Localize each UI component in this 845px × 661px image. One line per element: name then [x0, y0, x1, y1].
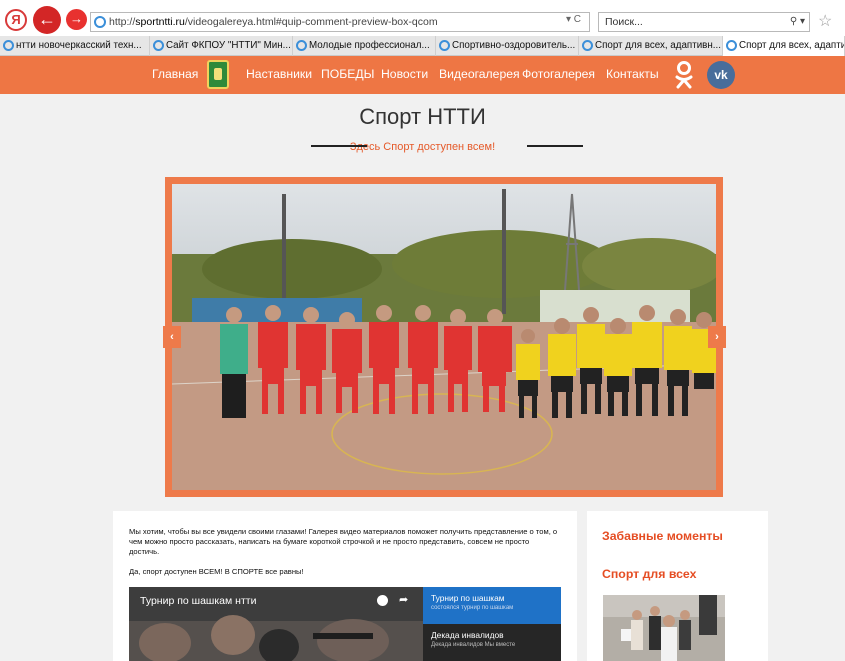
browser-tab[interactable]: Спортивно-оздоровитель... [436, 36, 579, 56]
site-nav-bar: Главная Наставники ПОБЕДЫ Новости Видеог… [0, 56, 845, 94]
photo-slider [165, 177, 723, 497]
slide-photo [172, 184, 716, 490]
nav-link-video-gallery[interactable]: Видеогалерея [439, 67, 520, 81]
college-crest-icon[interactable] [207, 60, 229, 89]
playlist-item[interactable]: Декада инвалидов Декада инвалидов Мы вме… [423, 624, 561, 661]
intro-text: Мы хотим, чтобы вы все увидели своими гл… [129, 527, 558, 556]
slider-next-button[interactable]: › [708, 326, 726, 348]
watch-later-clock-icon[interactable] [377, 595, 388, 606]
share-arrow-icon[interactable]: ➦ [399, 593, 408, 606]
browser-tab-bar: нтти новочеркасский техн... Сайт ФКПОУ "… [0, 36, 845, 56]
playlist-item-subtitle: Декада инвалидов Мы вместе [431, 642, 516, 648]
vk-icon[interactable]: vk [707, 61, 735, 89]
nav-link-news[interactable]: Новости [381, 67, 428, 81]
yandex-logo-icon[interactable]: Я [5, 9, 27, 31]
video-player[interactable]: Турнир по шашкам нтти ➦ Турнир по шашкам… [129, 587, 561, 661]
ie-page-icon [94, 16, 106, 28]
search-input[interactable]: Поиск... ⚲ ▾ [598, 12, 810, 32]
url-prefix: http:// [109, 16, 136, 28]
refresh-button[interactable]: ▾ C [566, 14, 581, 25]
ie-tab-icon [296, 40, 307, 51]
forward-button[interactable]: → [66, 9, 87, 30]
ie-tab-icon [726, 40, 737, 51]
nav-link-contacts[interactable]: Контакты [606, 67, 659, 81]
playlist-item[interactable]: Турнир по шашкам состоялся турнир по шаш… [423, 587, 561, 624]
page-subtitle-row: Здесь Спорт доступен всем! [0, 137, 845, 153]
subtitle-divider-right [527, 145, 583, 147]
page-title: Спорт НТТИ [359, 104, 486, 129]
slider-prev-button[interactable]: ‹ [163, 326, 181, 348]
tab-label: Сайт ФКПОУ "НТТИ" Мин... [166, 40, 291, 51]
url-path: /videogalereya.html#quip-comment-preview… [184, 16, 438, 28]
subtitle-divider-left [311, 145, 367, 147]
nav-link-home[interactable]: Главная [152, 67, 198, 81]
team-photo-image [172, 184, 716, 490]
tab-label: Спорт для всех, адаптивн... [595, 40, 721, 51]
playlist-item-title: Декада инвалидов [431, 630, 504, 640]
video-thumbnail[interactable]: Турнир по шашкам нтти ➦ [129, 587, 423, 661]
nav-link-victories[interactable]: ПОБЕДЫ [321, 67, 374, 81]
intro-text-secondary: Да, спорт доступен ВСЕМ! В СПОРТЕ все ра… [129, 567, 304, 576]
sidebar-photo[interactable] [603, 595, 725, 661]
tab-label: Спортивно-оздоровитель... [452, 40, 576, 51]
odnoklassniki-icon[interactable] [672, 60, 696, 90]
video-gallery-card: Мы хотим, чтобы вы все увидели своими гл… [113, 511, 577, 661]
tab-label: Молодые профессионал... [309, 40, 430, 51]
award-photo-image [603, 595, 725, 661]
tab-label: Спорт для всех, адапти... [739, 40, 845, 51]
browser-address-bar: Я ← → http://sportntti.ru/videogalereya.… [0, 0, 845, 36]
tab-label: нтти новочеркасский техн... [16, 40, 142, 51]
ie-tab-icon [439, 40, 450, 51]
nav-link-photo-gallery[interactable]: Фотогалерея [522, 67, 595, 81]
browser-tab[interactable]: Молодые профессионал... [293, 36, 436, 56]
ie-tab-icon [153, 40, 164, 51]
sidebar-link-fun-moments[interactable]: Забавные моменты [602, 529, 723, 543]
search-placeholder: Поиск... [605, 16, 643, 28]
ie-tab-icon [582, 40, 593, 51]
search-icon[interactable]: ⚲ ▾ [790, 13, 805, 31]
browser-tab-active[interactable]: Спорт для всех, адапти... [723, 36, 845, 56]
url-input[interactable]: http://sportntti.ru/videogalereya.html#q… [90, 12, 590, 32]
browser-tab[interactable]: нтти новочеркасский техн... [0, 36, 150, 56]
favorites-star-icon[interactable]: ☆ [818, 11, 832, 31]
page-subtitle: Здесь Спорт доступен всем! [349, 141, 496, 153]
playlist-item-subtitle: состоялся турнир по шашкам [431, 605, 514, 611]
playlist-item-title: Турнир по шашкам [431, 593, 505, 603]
sidebar-link-sport-for-all[interactable]: Спорт для всех [602, 567, 696, 581]
back-button[interactable]: ← [33, 6, 61, 34]
browser-tab[interactable]: Сайт ФКПОУ "НТТИ" Мин... [150, 36, 293, 56]
nav-link-mentors[interactable]: Наставники [246, 67, 312, 81]
url-host: sportntti.ru [135, 16, 185, 28]
browser-tab[interactable]: Спорт для всех, адаптивн... [579, 36, 723, 56]
ie-tab-icon [3, 40, 14, 51]
sidebar-card: Забавные моменты Спорт для всех [587, 511, 768, 661]
video-title[interactable]: Турнир по шашкам нтти [140, 595, 256, 607]
